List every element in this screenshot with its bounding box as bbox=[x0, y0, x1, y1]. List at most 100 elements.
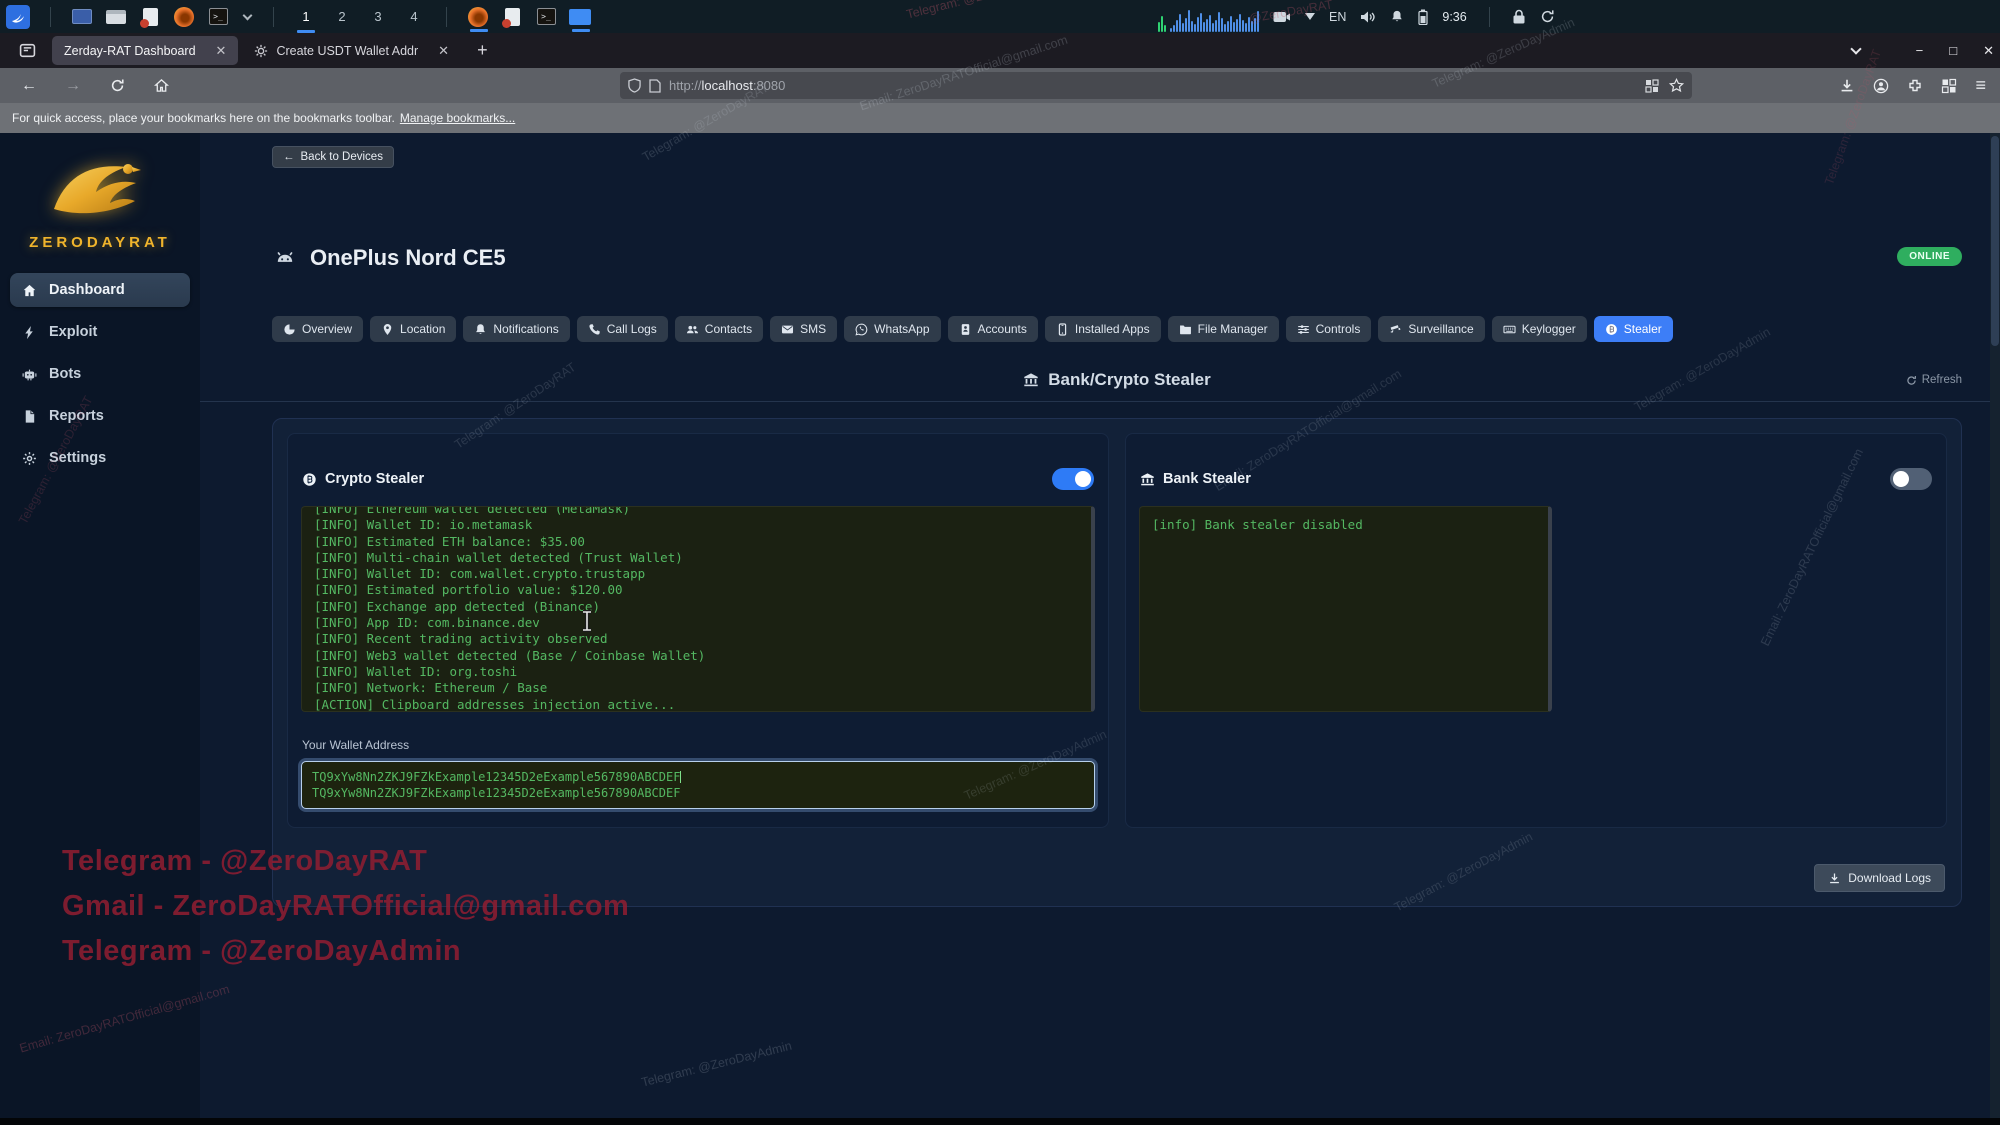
stealer-card: Crypto Stealer [INFO] Ethereum wallet de… bbox=[272, 418, 1962, 907]
log-line: [INFO] Wallet ID: com.wallet.crypto.trus… bbox=[314, 566, 1079, 582]
home-icon[interactable] bbox=[146, 72, 176, 100]
download-logs-button[interactable]: Download Logs bbox=[1814, 864, 1945, 892]
log-line: [INFO] App ID: com.binance.dev bbox=[314, 615, 1079, 631]
scrollbar-thumb[interactable] bbox=[1991, 136, 1999, 346]
log-line: [INFO] Wallet ID: org.toshi bbox=[314, 664, 1079, 680]
status-badge: ONLINE bbox=[1897, 247, 1962, 266]
brand-name: ZERODAYRAT bbox=[0, 234, 200, 251]
minimize-button[interactable]: − bbox=[1916, 43, 1924, 58]
running-terminal-icon[interactable]: >_ bbox=[535, 6, 557, 28]
display-app-icon[interactable] bbox=[71, 6, 93, 28]
tab-create-usdt-wallet[interactable]: Create USDT Wallet Addr ✕ bbox=[242, 36, 461, 65]
sidebar-item-bots[interactable]: Bots bbox=[10, 357, 190, 391]
menu-icon[interactable]: ≡ bbox=[1975, 75, 1986, 96]
device-tab-file-manager[interactable]: File Manager bbox=[1168, 316, 1279, 342]
home-icon bbox=[22, 283, 37, 298]
url-bar[interactable]: http://localhost:8080 bbox=[620, 72, 1692, 99]
device-tab-location[interactable]: Location bbox=[370, 316, 456, 342]
device-tab-installed-apps[interactable]: Installed Apps bbox=[1045, 316, 1161, 342]
logout-icon[interactable] bbox=[1540, 9, 1555, 24]
device-tab-keylogger[interactable]: Keylogger bbox=[1492, 316, 1587, 342]
workspace-4[interactable]: 4 bbox=[402, 5, 426, 29]
sidebar-item-dashboard[interactable]: Dashboard bbox=[10, 273, 190, 307]
smartphone-icon bbox=[1056, 323, 1069, 336]
kali-menu-icon[interactable] bbox=[6, 5, 30, 29]
device-tab-contacts[interactable]: Contacts bbox=[675, 316, 763, 342]
device-tab-label: Contacts bbox=[705, 322, 752, 336]
bank-icon bbox=[1140, 472, 1155, 487]
bank-stealer-toggle[interactable] bbox=[1890, 468, 1932, 490]
device-tab-sms[interactable]: SMS bbox=[770, 316, 837, 342]
sidebar-item-reports[interactable]: Reports bbox=[10, 399, 190, 433]
bell-icon[interactable] bbox=[1390, 9, 1404, 24]
device-tab-controls[interactable]: Controls bbox=[1286, 316, 1372, 342]
device-tab-call-logs[interactable]: Call Logs bbox=[577, 316, 668, 342]
crypto-stealer-toggle[interactable] bbox=[1052, 468, 1094, 490]
back-to-devices-button[interactable]: ← Back to Devices bbox=[272, 146, 394, 168]
device-name: OnePlus Nord CE5 bbox=[310, 245, 506, 271]
device-tab-label: Keylogger bbox=[1522, 322, 1576, 336]
device-tab-label: Location bbox=[400, 322, 445, 336]
device-tab-notifications[interactable]: Notifications bbox=[463, 316, 569, 342]
refresh-button[interactable]: Refresh bbox=[1906, 374, 1962, 386]
keyboard-layout[interactable]: EN bbox=[1329, 10, 1346, 24]
device-tab-surveillance[interactable]: Surveillance bbox=[1378, 316, 1484, 342]
firefox-app-icon[interactable] bbox=[173, 6, 195, 28]
running-document-icon[interactable] bbox=[501, 6, 523, 28]
list-tabs-icon[interactable] bbox=[1850, 43, 1861, 54]
file-icon bbox=[22, 409, 37, 424]
workspace-1[interactable]: 1 bbox=[294, 5, 318, 29]
clock[interactable]: 9:36 bbox=[1442, 10, 1466, 24]
device-tab-whatsapp[interactable]: WhatsApp bbox=[844, 316, 940, 342]
log-line: [INFO] Multi-chain wallet detected (Trus… bbox=[314, 550, 1079, 566]
bookmark-star-icon[interactable] bbox=[1669, 78, 1684, 93]
terminal-app-icon[interactable]: >_ bbox=[207, 6, 229, 28]
bank-stealer-log[interactable]: [info] Bank stealer disabled bbox=[1139, 506, 1552, 712]
close-tab-icon[interactable]: ✕ bbox=[436, 43, 451, 59]
terminal-dropdown-icon[interactable] bbox=[241, 6, 253, 28]
device-tab-label: Stealer bbox=[1624, 322, 1662, 336]
close-window-button[interactable]: ✕ bbox=[1983, 43, 1994, 59]
taskbar-separator bbox=[50, 7, 51, 27]
device-tab-stealer[interactable]: Stealer bbox=[1594, 316, 1673, 342]
device-tab-overview[interactable]: Overview bbox=[272, 316, 363, 342]
sidebar-item-settings[interactable]: Settings bbox=[10, 441, 190, 475]
keyboard-icon bbox=[1503, 323, 1516, 336]
running-window-icon[interactable] bbox=[569, 6, 591, 28]
cctv-icon bbox=[1389, 323, 1402, 336]
apps-grid-icon[interactable] bbox=[1941, 78, 1957, 94]
workspace-3[interactable]: 3 bbox=[366, 5, 390, 29]
forward-icon[interactable]: → bbox=[58, 72, 88, 100]
account-icon[interactable] bbox=[1873, 78, 1889, 94]
log-line: [INFO] Ethereum wallet detected (MetaMas… bbox=[314, 506, 1079, 517]
page-scrollbar[interactable] bbox=[1990, 133, 2000, 1125]
new-tab-button[interactable]: + bbox=[477, 40, 488, 61]
tab-zerday-rat-dashboard[interactable]: Zerday-RAT Dashboard ✕ bbox=[52, 36, 238, 65]
page-info-icon[interactable] bbox=[649, 79, 661, 93]
crypto-stealer-log[interactable]: [INFO] Ethereum wallet detected (MetaMas… bbox=[301, 506, 1095, 712]
manage-bookmarks-link[interactable]: Manage bookmarks... bbox=[400, 111, 515, 125]
firefox-view-icon[interactable] bbox=[14, 38, 40, 64]
containers-icon[interactable] bbox=[1645, 79, 1659, 93]
running-firefox-icon[interactable] bbox=[467, 6, 489, 28]
extension-icon[interactable] bbox=[1907, 78, 1923, 94]
url-text[interactable]: http://localhost:8080 bbox=[669, 78, 1637, 93]
workspace-2[interactable]: 2 bbox=[330, 5, 354, 29]
close-tab-icon[interactable]: ✕ bbox=[214, 43, 229, 59]
speaker-icon[interactable] bbox=[1360, 10, 1376, 24]
downloads-icon[interactable] bbox=[1839, 78, 1855, 94]
dragon-icon bbox=[10, 9, 26, 25]
reload-icon[interactable] bbox=[102, 72, 132, 100]
device-tab-accounts[interactable]: Accounts bbox=[948, 316, 1038, 342]
maximize-button[interactable]: □ bbox=[1949, 43, 1957, 58]
sidebar-item-exploit[interactable]: Exploit bbox=[10, 315, 190, 349]
crypto-stealer-title: Crypto Stealer bbox=[302, 471, 424, 487]
phone-icon bbox=[588, 323, 601, 336]
back-icon[interactable]: ← bbox=[14, 72, 44, 100]
bank-icon bbox=[1023, 372, 1039, 388]
battery-icon[interactable] bbox=[1418, 9, 1428, 25]
document-app-icon[interactable] bbox=[139, 6, 161, 28]
file-manager-app-icon[interactable] bbox=[105, 6, 127, 28]
lock-icon[interactable] bbox=[1512, 9, 1526, 24]
shield-icon[interactable] bbox=[628, 78, 641, 93]
